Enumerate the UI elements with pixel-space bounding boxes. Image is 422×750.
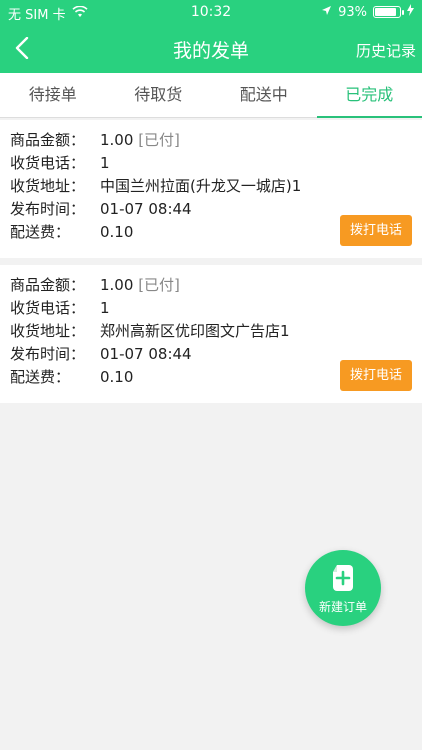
new-order-button[interactable]: 新建订单 [305, 550, 381, 626]
phone-label: 收货电话： [10, 154, 86, 172]
call-button[interactable]: 拨打电话 [340, 215, 412, 246]
time-value: 01-07 08:44 [100, 200, 192, 218]
call-button[interactable]: 拨打电话 [340, 360, 412, 391]
new-order-label: 新建订单 [318, 600, 367, 614]
nav-bar: 我的发单 历史记录 [0, 24, 422, 73]
charging-icon [407, 4, 414, 20]
battery-percent: 93% [338, 4, 367, 20]
amount-label: 商品金额： [10, 131, 86, 149]
top-bar: 无 SIM 卡 10:32 93% 我的发单 历史记录 [0, 0, 422, 73]
amount-row: 商品金额： 1.00 [已付] [10, 275, 180, 295]
phone-row: 收货电话： 1 [10, 153, 110, 173]
fee-value: 0.10 [100, 368, 134, 386]
address-label: 收货地址： [10, 322, 86, 340]
order-card: 商品金额： 1.00 [已付] 收货电话： 1 收货地址： 郑州高新区优印图文广告店1… [0, 265, 422, 403]
status-bar: 无 SIM 卡 10:32 93% [0, 0, 422, 24]
time-row: 发布时间： 01-07 08:44 [10, 344, 192, 364]
phone-row: 收货电话： 1 [10, 298, 110, 318]
time-value: 01-07 08:44 [100, 345, 192, 363]
phone-value: 1 [100, 299, 110, 317]
paid-status: [已付] [138, 131, 180, 149]
phone-label: 收货电话： [10, 299, 86, 317]
fee-value: 0.10 [100, 223, 134, 241]
new-document-icon [333, 565, 353, 591]
order-tabs: 待接单 待取货 配送中 已完成 [0, 73, 422, 118]
status-right: 93% [321, 4, 414, 20]
time-row: 发布时间： 01-07 08:44 [10, 199, 192, 219]
tab-pending-accept[interactable]: 待接单 [0, 73, 106, 117]
address-value: 郑州高新区优印图文广告店1 [100, 322, 290, 340]
tab-completed[interactable]: 已完成 [316, 73, 422, 118]
phone-value: 1 [100, 154, 110, 172]
amount-label: 商品金额： [10, 276, 86, 294]
address-value: 中国兰州拉面(升龙又一城店)1 [100, 177, 302, 195]
fee-label: 配送费： [10, 223, 71, 241]
fee-label: 配送费： [10, 368, 71, 386]
paid-status: [已付] [138, 276, 180, 294]
battery-icon [373, 6, 404, 18]
address-row: 收货地址： 郑州高新区优印图文广告店1 [10, 321, 290, 341]
fee-row: 配送费： 0.10 [10, 222, 133, 242]
time-label: 发布时间： [10, 345, 86, 363]
order-card: 商品金额： 1.00 [已付] 收货电话： 1 收货地址： 中国兰州拉面(升龙又一城店… [0, 120, 422, 258]
time-label: 发布时间： [10, 200, 86, 218]
amount-row: 商品金额： 1.00 [已付] [10, 130, 180, 150]
address-row: 收货地址： 中国兰州拉面(升龙又一城店)1 [10, 176, 301, 196]
amount-value: 1.00 [100, 276, 134, 294]
tab-delivering[interactable]: 配送中 [211, 73, 317, 117]
fee-row: 配送费： 0.10 [10, 367, 133, 387]
tab-pending-pickup[interactable]: 待取货 [106, 73, 212, 117]
history-link[interactable]: 历史记录 [356, 40, 416, 61]
location-arrow-icon [321, 5, 332, 20]
address-label: 收货地址： [10, 177, 86, 195]
amount-value: 1.00 [100, 131, 134, 149]
